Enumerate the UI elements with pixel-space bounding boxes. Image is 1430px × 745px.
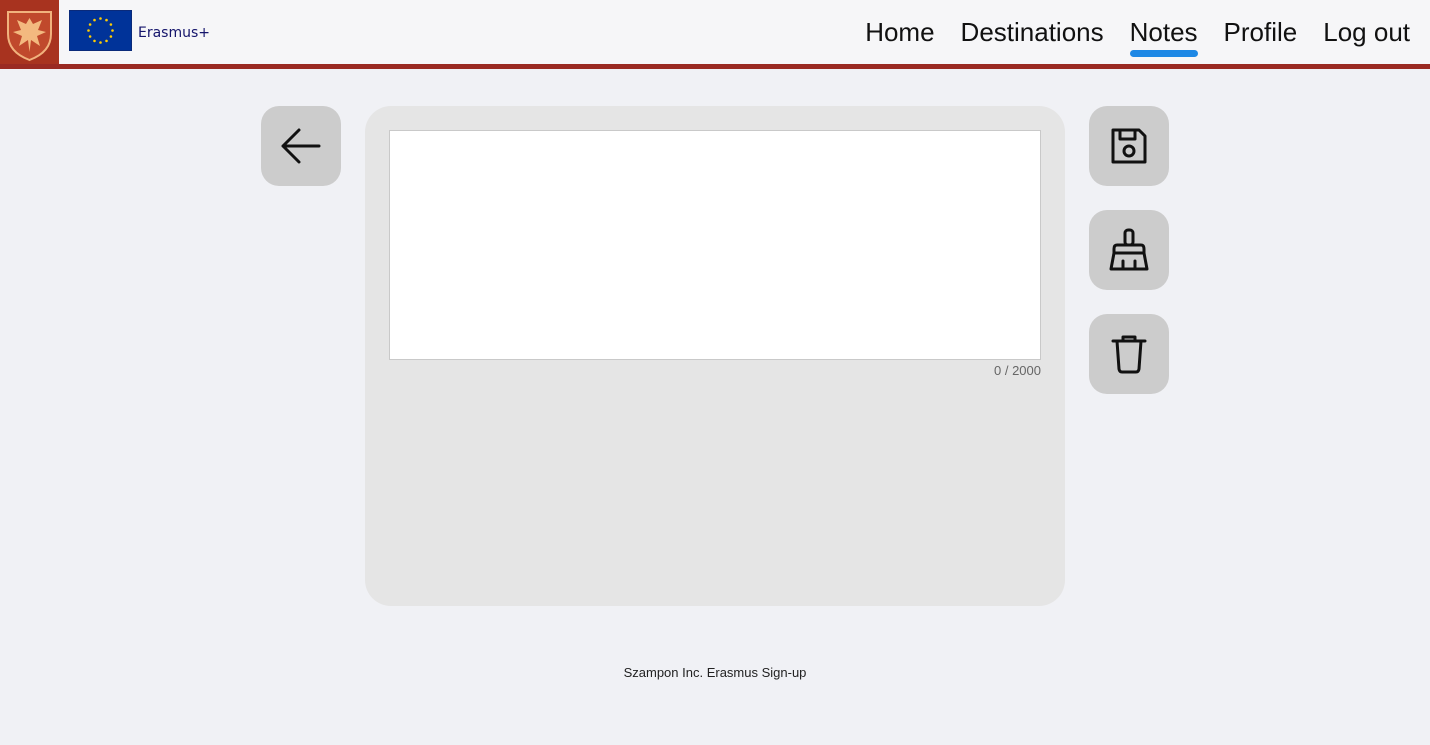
nav-destinations[interactable]: Destinations: [961, 16, 1104, 49]
delete-button[interactable]: [1089, 314, 1169, 394]
floppy-disk-icon: [1111, 128, 1147, 164]
brand-label: Erasmus+: [138, 25, 211, 41]
nav-notes[interactable]: Notes: [1129, 16, 1198, 57]
nav-home[interactable]: Home: [865, 16, 934, 49]
nav-log-out[interactable]: Log out: [1323, 16, 1410, 49]
clear-button[interactable]: [1089, 210, 1169, 290]
save-button[interactable]: [1089, 106, 1169, 186]
arrow-left-icon: [281, 128, 321, 164]
character-counter: 0 / 2000: [994, 363, 1041, 378]
eagle-crest-icon[interactable]: [0, 0, 59, 64]
note-textarea[interactable]: [389, 130, 1041, 360]
nav-profile[interactable]: Profile: [1224, 16, 1298, 49]
top-header: Erasmus+ Home Destinations Notes Profile…: [0, 0, 1430, 69]
trash-icon: [1111, 335, 1147, 374]
note-panel: 0 / 2000: [365, 106, 1065, 606]
eu-flag-icon: [69, 10, 132, 51]
back-button[interactable]: [261, 106, 341, 186]
main-nav: Home Destinations Notes Profile Log out: [865, 16, 1410, 57]
footer-text: Szampon Inc. Erasmus Sign-up: [623, 665, 807, 680]
broom-icon: [1109, 228, 1149, 271]
